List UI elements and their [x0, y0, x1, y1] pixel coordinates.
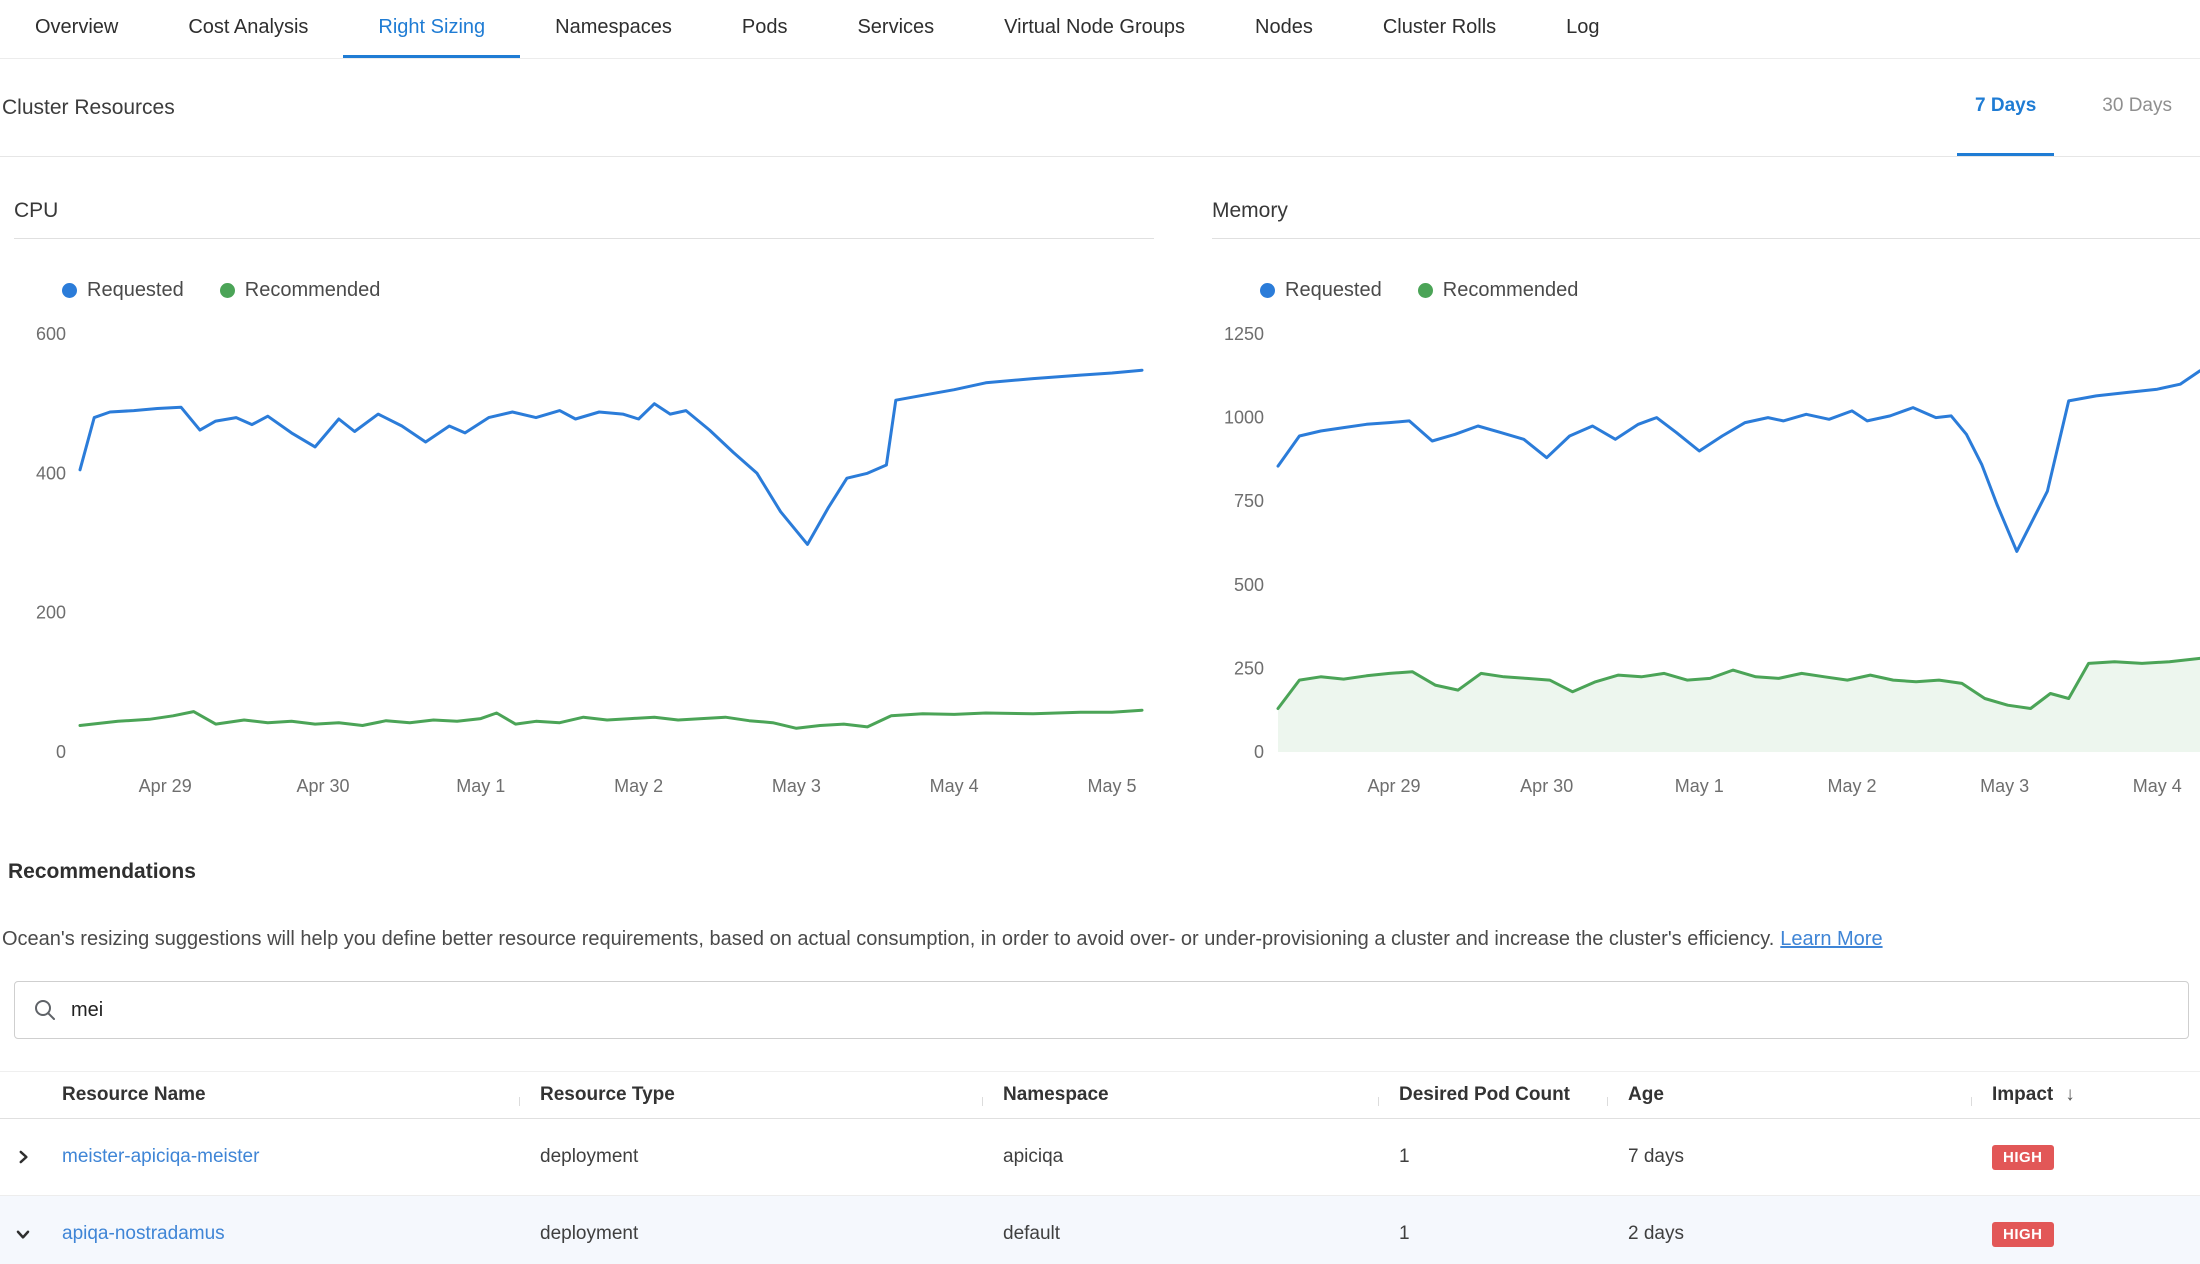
namespace-cell: default [982, 1223, 1378, 1245]
time-range-toggle: 7 Days 30 Days [1927, 59, 2200, 156]
svg-text:May 1: May 1 [1675, 776, 1724, 796]
row-expand-toggle[interactable] [0, 1148, 48, 1166]
tab-bar: Overview Cost Analysis Right Sizing Name… [0, 0, 2200, 59]
impact-badge: HIGH [1992, 1145, 2054, 1170]
learn-more-link[interactable]: Learn More [1780, 928, 1882, 950]
col-resource-type: Resource Type [519, 1084, 982, 1106]
legend-item-requested: Requested [62, 279, 184, 302]
cpu-chart-panel: CPU Requested Recommended 0 200 400 600 Apr … [14, 199, 1154, 804]
search-icon [33, 998, 57, 1022]
resource-type-cell: deployment [519, 1146, 982, 1168]
resource-name-link[interactable]: apiqa-nostradamus [62, 1223, 225, 1244]
col-impact-label: Impact [1992, 1084, 2053, 1106]
col-namespace: Namespace [982, 1084, 1378, 1106]
recommended-dot-icon [1418, 283, 1433, 298]
cpu-chart-title: CPU [14, 199, 1154, 239]
col-impact: Impact ↓ [1971, 1084, 2200, 1106]
tab-virtual-node-groups[interactable]: Virtual Node Groups [969, 0, 1220, 58]
recommendations-title: Recommendations [0, 860, 2200, 884]
svg-text:250: 250 [1234, 658, 1264, 678]
memory-chart-title: Memory [1212, 199, 2200, 239]
svg-text:Apr 29: Apr 29 [1367, 776, 1420, 796]
legend-item-recommended: Recommended [1418, 279, 1579, 302]
svg-text:1250: 1250 [1224, 324, 1264, 344]
recommendations-description: Ocean's resizing suggestions will help y… [0, 928, 2200, 951]
memory-chart-panel: Memory Requested Recommended 0 250 500 750 1… [1212, 199, 2200, 804]
col-desired-pod-count: Desired Pod Count [1378, 1084, 1607, 1106]
requested-dot-icon [1260, 283, 1275, 298]
legend-label: Recommended [245, 279, 381, 302]
table-header-row: Resource Name Resource Type Namespace De… [0, 1071, 2200, 1119]
age-cell: 2 days [1607, 1223, 1971, 1245]
svg-text:May 2: May 2 [614, 776, 663, 796]
tab-services[interactable]: Services [822, 0, 969, 58]
range-30-days[interactable]: 30 Days [2084, 59, 2190, 156]
col-resource-name: Resource Name [48, 1084, 519, 1106]
svg-text:Apr 30: Apr 30 [296, 776, 349, 796]
cluster-resources-title: Cluster Resources [2, 96, 175, 120]
tab-nodes[interactable]: Nodes [1220, 0, 1348, 58]
memory-chart-legend: Requested Recommended [1260, 279, 2200, 302]
resource-name-link[interactable]: meister-apiciqa-meister [62, 1146, 259, 1167]
tab-log[interactable]: Log [1531, 0, 1634, 58]
svg-text:Apr 30: Apr 30 [1520, 776, 1573, 796]
cluster-resources-header: Cluster Resources 7 Days 30 Days [0, 59, 2200, 157]
tab-cluster-rolls[interactable]: Cluster Rolls [1348, 0, 1531, 58]
pod-count-cell: 1 [1378, 1146, 1607, 1168]
impact-badge: HIGH [1992, 1222, 2054, 1247]
age-cell: 7 days [1607, 1146, 1971, 1168]
search-box[interactable] [14, 981, 2189, 1039]
row-collapse-toggle[interactable] [0, 1225, 48, 1243]
pod-count-cell: 1 [1378, 1223, 1607, 1245]
tab-namespaces[interactable]: Namespaces [520, 0, 707, 58]
sort-desc-icon[interactable]: ↓ [2065, 1084, 2075, 1106]
svg-text:May 5: May 5 [1087, 776, 1136, 796]
cpu-line-chart: 0 200 400 600 Apr 29 Apr 30 May 1 May 2 May 3 May… [14, 324, 1154, 804]
svg-text:400: 400 [36, 463, 66, 483]
svg-text:1000: 1000 [1224, 408, 1264, 428]
svg-text:May 3: May 3 [1980, 776, 2029, 796]
legend-label: Requested [1285, 279, 1382, 302]
legend-item-recommended: Recommended [220, 279, 381, 302]
svg-text:May 4: May 4 [930, 776, 979, 796]
recommended-dot-icon [220, 283, 235, 298]
search-input[interactable] [71, 982, 2188, 1038]
tab-right-sizing[interactable]: Right Sizing [343, 0, 520, 58]
svg-text:May 4: May 4 [2133, 776, 2182, 796]
tab-cost-analysis[interactable]: Cost Analysis [153, 0, 343, 58]
svg-text:May 3: May 3 [772, 776, 821, 796]
svg-text:0: 0 [1254, 742, 1264, 762]
col-age: Age [1607, 1084, 1971, 1106]
legend-label: Requested [87, 279, 184, 302]
svg-text:Apr 29: Apr 29 [139, 776, 192, 796]
table-row: meister-apiciqa-meister deployment apici… [0, 1119, 2200, 1196]
svg-text:600: 600 [36, 324, 66, 344]
recommendations-description-text: Ocean's resizing suggestions will help y… [2, 928, 1774, 950]
svg-text:200: 200 [36, 603, 66, 623]
tab-overview[interactable]: Overview [0, 0, 153, 58]
chevron-right-icon [14, 1148, 32, 1166]
charts-row: CPU Requested Recommended 0 200 400 600 Apr … [0, 199, 2200, 804]
legend-item-requested: Requested [1260, 279, 1382, 302]
tab-pods[interactable]: Pods [707, 0, 823, 58]
chevron-down-icon [14, 1225, 32, 1243]
requested-dot-icon [62, 283, 77, 298]
table-row: apiqa-nostradamus deployment default 1 2… [0, 1196, 2200, 1264]
cpu-chart-legend: Requested Recommended [62, 279, 1154, 302]
svg-text:May 2: May 2 [1827, 776, 1876, 796]
svg-text:0: 0 [56, 742, 66, 762]
svg-text:750: 750 [1234, 491, 1264, 511]
namespace-cell: apiciqa [982, 1146, 1378, 1168]
svg-text:May 1: May 1 [456, 776, 505, 796]
recommendations-table: Resource Name Resource Type Namespace De… [0, 1071, 2200, 1264]
legend-label: Recommended [1443, 279, 1579, 302]
resource-type-cell: deployment [519, 1223, 982, 1245]
range-7-days[interactable]: 7 Days [1957, 59, 2054, 156]
memory-line-chart: 0 250 500 750 1000 1250 Apr 29 Apr 30 May 1 May 2… [1212, 324, 2200, 804]
svg-text:500: 500 [1234, 575, 1264, 595]
